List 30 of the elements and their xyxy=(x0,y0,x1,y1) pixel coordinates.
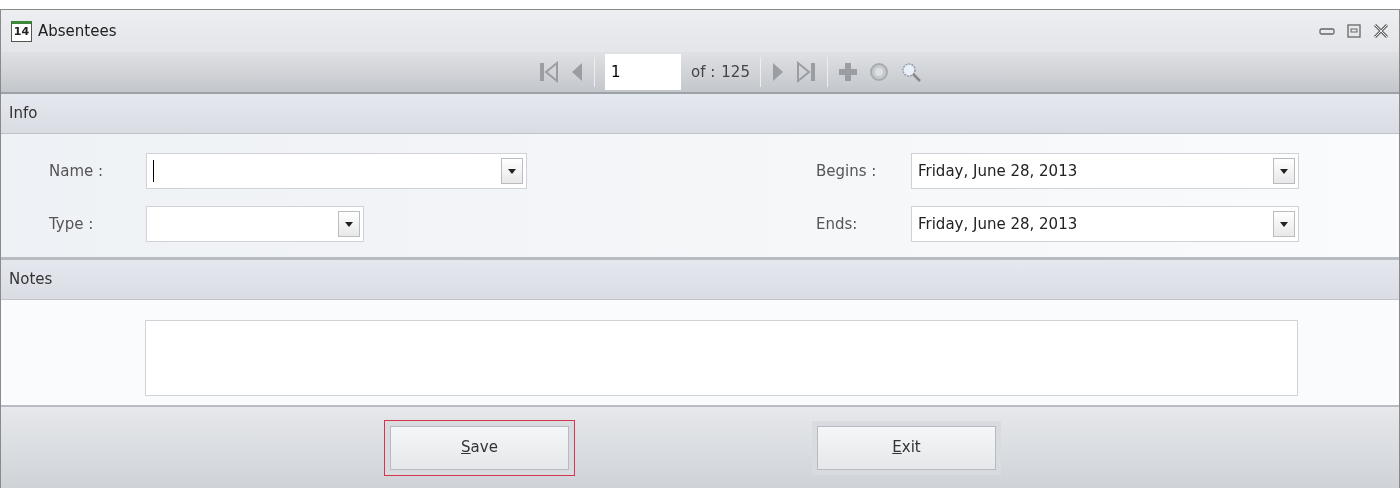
add-icon[interactable] xyxy=(837,61,858,83)
exit-button[interactable]: Exit xyxy=(811,419,1002,476)
last-record-icon[interactable] xyxy=(794,61,817,83)
refresh-icon[interactable] xyxy=(867,61,890,83)
caret-icon[interactable] xyxy=(1280,221,1288,227)
record-count-label: of : xyxy=(691,61,716,83)
window-title: Absentees xyxy=(38,20,117,42)
caret-icon[interactable] xyxy=(1280,168,1288,174)
caret-icon[interactable] xyxy=(508,168,516,174)
notes-field[interactable] xyxy=(145,320,1298,396)
field-label: Name : xyxy=(49,160,104,182)
field-label: Ends: xyxy=(816,213,858,235)
date-picker[interactable]: Friday, June 28, 2013 xyxy=(911,153,1299,189)
field-label: Type : xyxy=(49,213,94,235)
minimize-icon[interactable] xyxy=(1319,26,1335,36)
date-picker[interactable]: Friday, June 28, 2013 xyxy=(911,206,1299,242)
section-header: Notes xyxy=(9,269,53,291)
maximize-icon[interactable] xyxy=(1347,24,1361,38)
search-icon[interactable] xyxy=(899,61,922,83)
calendar-icon: 14 xyxy=(11,20,32,42)
field-label: Begins : xyxy=(816,160,877,182)
next-record-icon[interactable] xyxy=(770,61,785,83)
caret-icon[interactable] xyxy=(345,221,353,227)
previous-record-icon[interactable] xyxy=(570,61,585,83)
record-count: 125 xyxy=(721,61,750,83)
section-header: Info xyxy=(9,103,38,125)
save-button[interactable]: Save xyxy=(384,419,575,476)
record-number-field[interactable]: 1 xyxy=(605,54,682,90)
first-record-icon[interactable] xyxy=(538,61,561,83)
close-icon[interactable] xyxy=(1373,24,1389,38)
